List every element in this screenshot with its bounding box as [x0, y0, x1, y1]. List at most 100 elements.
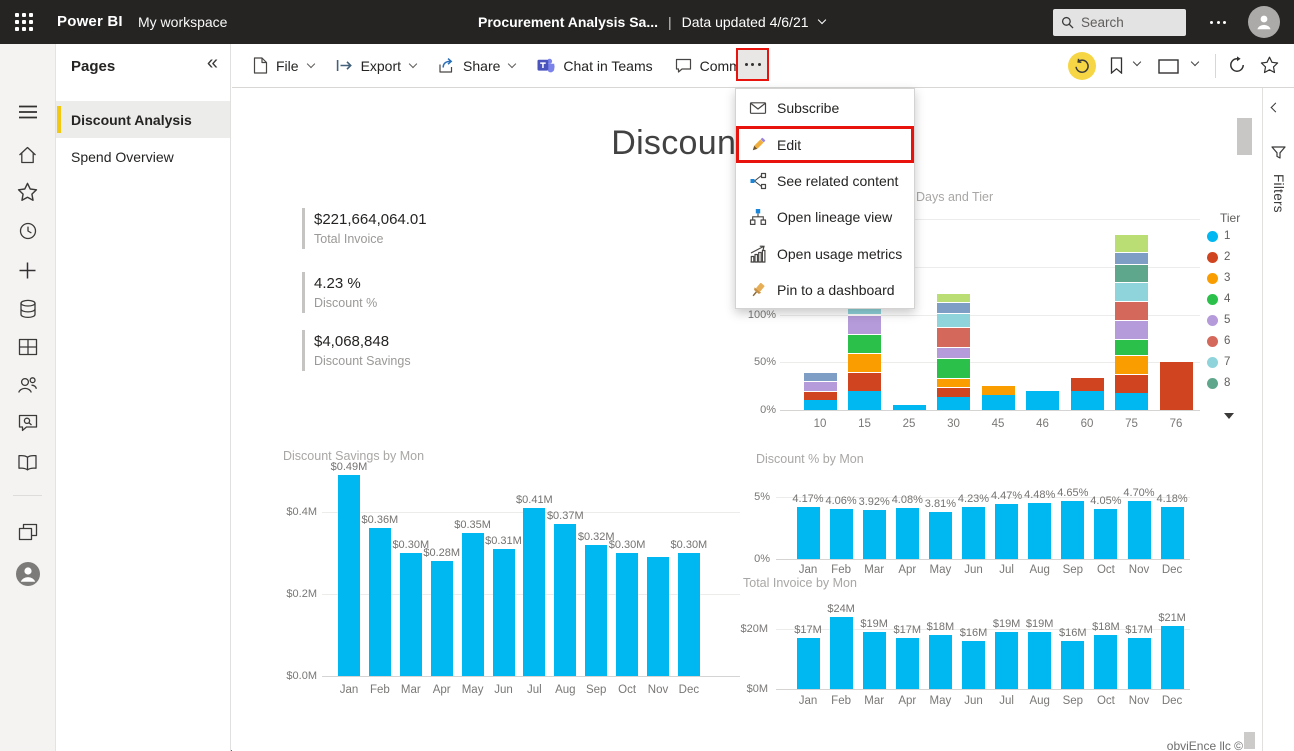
toolbar-button-share[interactable]: Share	[427, 50, 526, 82]
chevron-down-icon[interactable]	[1133, 58, 1141, 66]
bar-jan[interactable]	[338, 475, 360, 676]
bar-segment-tier-5[interactable]	[804, 381, 837, 391]
bar-segment-tier-2[interactable]	[1071, 377, 1104, 391]
bar-segment-tier-10[interactable]	[937, 293, 970, 302]
bar-jun[interactable]	[962, 641, 985, 689]
chevron-down-icon[interactable]	[1191, 58, 1199, 66]
bar-mar[interactable]	[400, 553, 422, 676]
bar-segment-tier-1[interactable]	[937, 397, 970, 410]
app-launcher-button[interactable]	[0, 0, 48, 44]
search-input[interactable]	[1081, 15, 1169, 30]
bar-segment-tier-6[interactable]	[937, 327, 970, 347]
bar-segment-tier-3[interactable]	[1115, 355, 1148, 374]
report-title-topbar[interactable]: Procurement Analysis Sa...	[478, 14, 658, 30]
sidebar-item-create[interactable]	[0, 256, 55, 284]
bar-mar[interactable]	[863, 632, 886, 689]
bar-apr[interactable]	[896, 508, 919, 559]
legend-item-tier-2[interactable]: 2	[1207, 251, 1230, 263]
menu-item-see-related-content[interactable]: See related content	[736, 163, 914, 199]
bar-may[interactable]	[929, 512, 952, 559]
account-avatar[interactable]	[1248, 6, 1280, 38]
bar-segment-tier-1[interactable]	[1071, 391, 1104, 410]
bar-segment-tier-5[interactable]	[937, 347, 970, 358]
legend-item-tier-8[interactable]: 8	[1207, 377, 1230, 389]
star-icon[interactable]	[1260, 56, 1279, 74]
bar-segment-tier-7[interactable]	[1115, 282, 1148, 301]
bar-segment-tier-5[interactable]	[848, 315, 881, 334]
sidebar-item-speech-bubble-search[interactable]	[0, 409, 55, 437]
search-box[interactable]	[1053, 9, 1186, 36]
menu-item-edit[interactable]: Edit	[736, 126, 914, 162]
bar-may[interactable]	[462, 533, 484, 677]
bar-jun[interactable]	[493, 549, 515, 676]
bar-jul[interactable]	[995, 504, 1018, 559]
kpi-card-discount[interactable]: 4.23 %Discount %	[302, 272, 377, 313]
expand-filters-button[interactable]	[1272, 104, 1279, 111]
sidebar-item-favorites[interactable]	[0, 178, 55, 206]
bar-jan[interactable]	[797, 507, 820, 559]
bar-oct[interactable]	[1094, 509, 1117, 559]
powerbi-logo[interactable]: Power BI	[57, 13, 123, 30]
bar-jul[interactable]	[523, 508, 545, 676]
bar-sep[interactable]	[1061, 641, 1084, 689]
sidebar-item-menu[interactable]	[0, 98, 55, 126]
bar-segment-tier-9[interactable]	[804, 372, 837, 382]
toolbar-button-export[interactable]: Export	[325, 50, 427, 82]
bar-oct[interactable]	[1094, 635, 1117, 689]
double-chevron-left-icon[interactable]: «	[207, 52, 218, 74]
menu-item-pin-to-a-dashboard[interactable]: Pin to a dashboard	[736, 272, 914, 308]
refresh-icon[interactable]	[1228, 56, 1246, 74]
bar-nov[interactable]	[647, 557, 669, 676]
bar-segment-tier-3[interactable]	[848, 353, 881, 372]
bar-aug[interactable]	[1028, 503, 1051, 559]
sidebar-item-my-workspace[interactable]	[0, 560, 55, 588]
bar-segment-tier-7[interactable]	[937, 313, 970, 327]
bar-segment-tier-1[interactable]	[893, 405, 926, 410]
bar-apr[interactable]	[896, 638, 919, 689]
bar-jun[interactable]	[962, 507, 985, 559]
legend-item-tier-1[interactable]: 1	[1207, 230, 1230, 242]
bar-segment-tier-2[interactable]	[1160, 362, 1193, 410]
bar-segment-tier-2[interactable]	[804, 391, 837, 401]
bar-jul[interactable]	[995, 632, 1018, 689]
sidebar-item-home[interactable]	[0, 140, 55, 168]
kpi-card-discount-savings[interactable]: $4,068,848Discount Savings	[302, 330, 411, 371]
bar-sep[interactable]	[585, 545, 607, 676]
bar-segment-tier-2[interactable]	[937, 387, 970, 397]
bar-segment-tier-2[interactable]	[1115, 374, 1148, 393]
bar-segment-tier-5[interactable]	[1115, 320, 1148, 339]
bookmark-icon[interactable]	[1110, 57, 1123, 74]
canvas-scrollbar-thumb[interactable]	[1237, 118, 1252, 155]
chevron-down-icon[interactable]	[817, 16, 825, 24]
sidebar-item-workspaces[interactable]	[0, 518, 55, 546]
bar-segment-tier-3[interactable]	[937, 378, 970, 388]
bar-nov[interactable]	[1128, 638, 1151, 689]
bar-segment-tier-10[interactable]	[1115, 234, 1148, 252]
bar-segment-tier-1[interactable]	[1115, 393, 1148, 410]
menu-item-subscribe[interactable]: Subscribe	[736, 90, 914, 126]
bar-segment-tier-6[interactable]	[1115, 301, 1148, 320]
bar-segment-tier-9[interactable]	[1115, 252, 1148, 263]
legend-item-tier-6[interactable]: 6	[1207, 335, 1230, 347]
bar-apr[interactable]	[431, 561, 453, 676]
page-item-spend-overview[interactable]: Spend Overview	[56, 138, 230, 175]
bar-dec[interactable]	[1161, 626, 1184, 689]
bar-segment-tier-9[interactable]	[937, 302, 970, 313]
bar-segment-tier-3[interactable]	[982, 385, 1015, 395]
filter-funnel-icon[interactable]	[1271, 146, 1286, 160]
bar-segment-tier-1[interactable]	[982, 395, 1015, 410]
data-updated-label[interactable]: Data updated 4/6/21	[682, 14, 809, 30]
bar-segment-tier-1[interactable]	[1026, 391, 1059, 410]
legend-item-tier-4[interactable]: 4	[1207, 293, 1230, 305]
bar-feb[interactable]	[830, 509, 853, 559]
bar-aug[interactable]	[554, 524, 576, 676]
sidebar-item-recent[interactable]	[0, 217, 55, 245]
view-icon[interactable]	[1158, 59, 1179, 74]
bar-oct[interactable]	[616, 553, 638, 676]
canvas-scrollbar-end[interactable]	[1244, 732, 1255, 749]
bar-segment-tier-8[interactable]	[1115, 264, 1148, 282]
bar-segment-tier-1[interactable]	[804, 400, 837, 410]
bar-segment-tier-4[interactable]	[848, 334, 881, 353]
toolbar-more-options-button[interactable]	[736, 48, 769, 81]
bar-segment-tier-2[interactable]	[848, 372, 881, 391]
